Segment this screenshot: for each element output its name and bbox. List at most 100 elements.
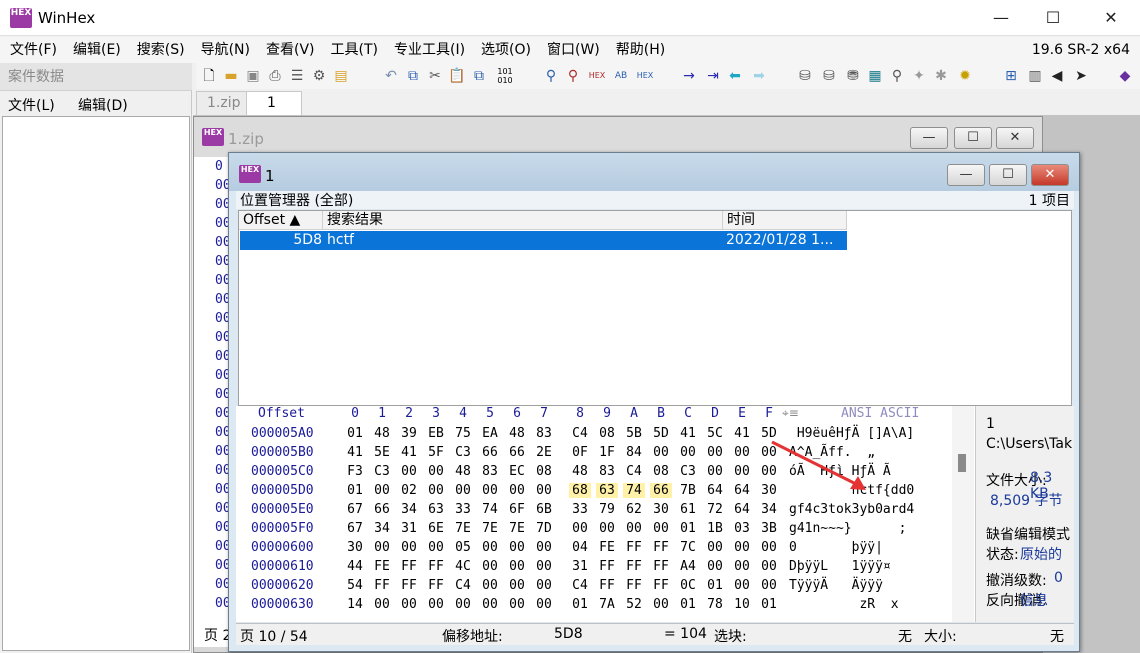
tab-1zip[interactable]: 1.zip	[196, 91, 252, 115]
hex-byte[interactable]: 52	[623, 597, 645, 612]
hex-byte[interactable]: 66	[650, 483, 672, 498]
hex-scrollbar[interactable]	[952, 406, 974, 622]
hex-byte[interactable]: A4	[677, 559, 699, 574]
hex-byte[interactable]: 01	[569, 597, 591, 612]
hex-byte[interactable]: 01	[704, 578, 726, 593]
drive-icon[interactable]: ⛃	[844, 67, 862, 85]
hash-icon[interactable]: ✦	[910, 67, 928, 85]
hex-byte[interactable]: 14	[344, 597, 366, 612]
hex-byte[interactable]: 48	[569, 464, 591, 479]
hex-byte[interactable]: 64	[731, 502, 753, 517]
hex-byte[interactable]: 00	[758, 559, 780, 574]
hex-byte[interactable]: 3B	[758, 521, 780, 536]
hex-byte[interactable]: 00	[506, 483, 528, 498]
hex-byte[interactable]: 66	[479, 445, 501, 460]
hex-byte[interactable]: 48	[452, 464, 474, 479]
properties-icon[interactable]: ☰	[288, 67, 306, 85]
hex-byte[interactable]: C3	[452, 445, 474, 460]
column-offset[interactable]: Offset ▲	[239, 211, 323, 230]
hex-byte[interactable]: 00	[533, 483, 555, 498]
hex-row-ascii[interactable]: TÿÿÿÄ Äÿÿÿ	[789, 578, 883, 593]
settings-icon[interactable]: ⚙	[310, 67, 328, 85]
hex-byte[interactable]: FF	[398, 559, 420, 574]
hex-byte[interactable]: 63	[596, 483, 618, 498]
hex-byte[interactable]: 00	[650, 597, 672, 612]
restore-button[interactable]: ☐	[954, 127, 992, 149]
column-time[interactable]: 时间	[723, 211, 847, 230]
undo-icon[interactable]: ↶	[382, 67, 400, 85]
hex-byte[interactable]: 1B	[704, 521, 726, 536]
hex-byte[interactable]: 63	[425, 502, 447, 517]
hex-row[interactable]: 00000610 44 FE FF FF 4C 00 00 00 31 FF FF FF A4 00 00 00…	[236, 559, 952, 578]
hex-byte[interactable]: 00	[650, 521, 672, 536]
hex-byte[interactable]: 00	[569, 521, 591, 536]
hex-row[interactable]: 000005E0 67 66 34 63 33 74 6F 6B 33 79 62 30 61 72 64 34…	[236, 502, 952, 521]
hex-byte[interactable]: 34	[398, 502, 420, 517]
menu-pro-tools[interactable]: 专业工具(I)	[386, 37, 473, 63]
position-manager-list[interactable]: Offset ▲ 搜索结果 时间 5D8 hctf 2022/01/28 1..…	[238, 210, 1072, 406]
hex-byte[interactable]: 04	[569, 540, 591, 555]
hex-byte[interactable]: C4	[569, 578, 591, 593]
hex-byte[interactable]: 00	[479, 559, 501, 574]
hex-byte[interactable]: 00	[731, 559, 753, 574]
hex-byte[interactable]: 00	[506, 578, 528, 593]
hex-byte[interactable]: 0F	[569, 445, 591, 460]
replace-text-icon[interactable]: HEX	[588, 67, 606, 85]
hex-byte[interactable]: 74	[479, 502, 501, 517]
hex-byte[interactable]: 64	[704, 483, 726, 498]
hex-byte[interactable]: FF	[425, 559, 447, 574]
hex-byte[interactable]: 02	[398, 483, 420, 498]
hex-byte[interactable]: F3	[344, 464, 366, 479]
menu-tools[interactable]: 工具(T)	[323, 37, 386, 63]
hex-byte[interactable]: 31	[569, 559, 591, 574]
hex-byte[interactable]: 83	[479, 464, 501, 479]
export-icon[interactable]: ▤	[332, 67, 350, 85]
open-folder-icon[interactable]: ▬	[222, 67, 240, 85]
hex-byte[interactable]: 00	[479, 483, 501, 498]
hex-byte[interactable]: 34	[758, 502, 780, 517]
hex-byte[interactable]: FF	[596, 559, 618, 574]
hex-byte[interactable]: 00	[506, 540, 528, 555]
hex-byte[interactable]: 62	[623, 502, 645, 517]
hex-byte[interactable]: 00	[398, 464, 420, 479]
hex-byte[interactable]: FE	[371, 559, 393, 574]
hex-byte[interactable]: 00	[371, 483, 393, 498]
maximize-button[interactable]: ☐	[1030, 0, 1076, 36]
hex-byte[interactable]: 00	[506, 597, 528, 612]
hex-byte[interactable]: 03	[731, 521, 753, 536]
case-menu-edit[interactable]: 编辑(D)	[78, 95, 128, 115]
hex-row[interactable]: 00000600 30 00 00 00 05 00 00 00 04 FE FF FF 7C 00 00 00…	[236, 540, 952, 559]
window-1[interactable]: HEX 1 — ☐ ✕ 位置管理器 (全部) 1 项目 Offset ▲ 搜索结…	[228, 152, 1080, 652]
hex-byte[interactable]: 41	[344, 445, 366, 460]
hex-byte[interactable]: 00	[371, 540, 393, 555]
hex-byte[interactable]: 0C	[677, 578, 699, 593]
hex-byte[interactable]: C4	[452, 578, 474, 593]
hex-row-ascii[interactable]: gf4c3tok3yb0ard4	[789, 502, 914, 517]
hex-byte[interactable]: 00	[533, 578, 555, 593]
hex-byte[interactable]: 7A	[596, 597, 618, 612]
hex-byte[interactable]: FF	[425, 578, 447, 593]
hex-byte[interactable]: 83	[533, 426, 555, 441]
print-icon[interactable]: ⎙	[266, 67, 284, 85]
hex-byte[interactable]: 6B	[533, 502, 555, 517]
hex-byte[interactable]: EA	[479, 426, 501, 441]
hex-byte[interactable]: FF	[623, 578, 645, 593]
back-icon[interactable]: ⬅	[726, 67, 744, 85]
hex-byte[interactable]: 00	[731, 540, 753, 555]
hex-byte[interactable]: 08	[650, 464, 672, 479]
hex-byte[interactable]: 01	[677, 521, 699, 536]
hex-byte[interactable]: 48	[506, 426, 528, 441]
new-file-icon[interactable]: 🗋	[200, 67, 218, 85]
hex-byte[interactable]: 30	[344, 540, 366, 555]
table-icon[interactable]: ▥	[1026, 67, 1044, 85]
hex-byte[interactable]: C3	[371, 464, 393, 479]
hex-byte[interactable]: FF	[398, 578, 420, 593]
hex-byte[interactable]: 7E	[452, 521, 474, 536]
prev-icon[interactable]: ◀	[1048, 67, 1066, 85]
hex-byte[interactable]: FF	[650, 578, 672, 593]
hex-byte[interactable]: 00	[398, 540, 420, 555]
hex-byte[interactable]: 41	[731, 426, 753, 441]
case-tree[interactable]	[2, 116, 190, 651]
menu-help[interactable]: 帮助(H)	[608, 37, 673, 63]
find-hex-icon[interactable]: ⚲	[564, 67, 582, 85]
